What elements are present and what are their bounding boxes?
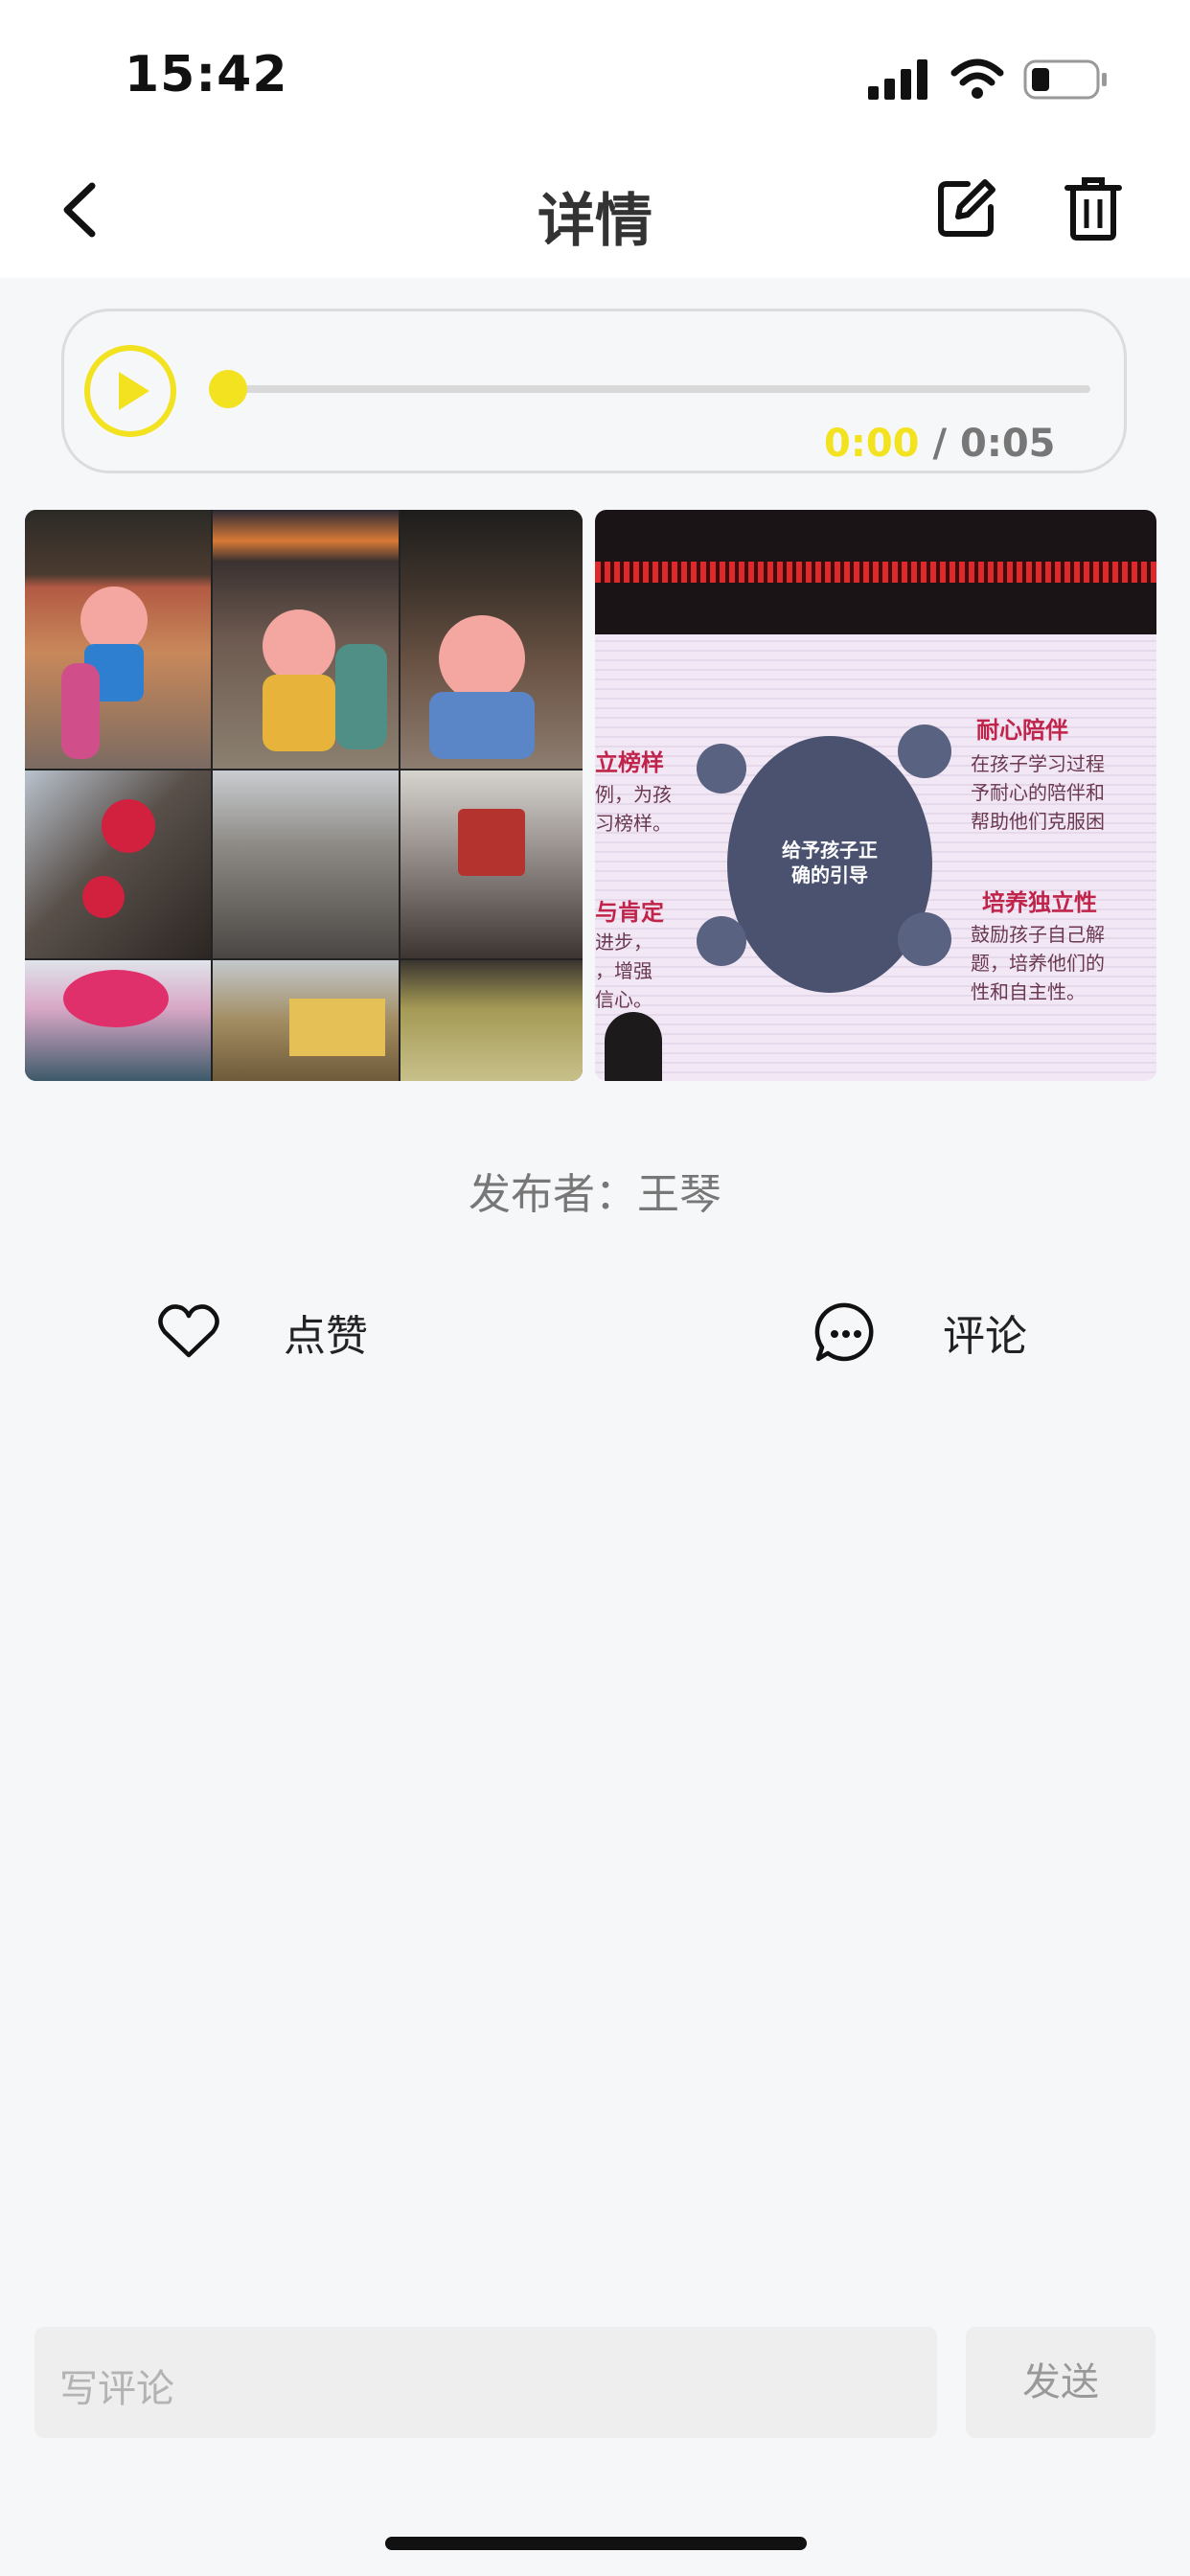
led-text xyxy=(595,562,1156,583)
audio-progress-handle[interactable] xyxy=(209,370,247,408)
comment-button[interactable] xyxy=(814,1301,878,1365)
slide-text: 在孩子学习过程 予耐心的陪伴和 帮助他们克服困 xyxy=(971,749,1105,836)
person-figure xyxy=(335,644,387,749)
edit-button[interactable] xyxy=(935,178,996,240)
collage-tile xyxy=(25,510,211,769)
slide-text-line: 信心。 xyxy=(595,988,652,1011)
hierarchy-icon xyxy=(697,916,746,966)
like-label[interactable]: 点赞 xyxy=(284,1301,368,1363)
slide-text-line: 在孩子学习过程 xyxy=(971,752,1105,775)
building-decoration xyxy=(458,809,525,876)
slide-text-line: ，增强 xyxy=(595,959,652,982)
slide-center-text: 给予孩子正 确的引导 xyxy=(727,838,932,887)
slide-heading: 耐心陪伴 xyxy=(976,717,1068,744)
lantern-stall xyxy=(289,999,385,1056)
audio-current-time: 0:00 xyxy=(824,422,920,466)
slide-text-line: 题，培养他们的 xyxy=(971,952,1105,975)
collage-tile xyxy=(25,770,211,958)
mascot-body xyxy=(263,675,335,751)
audio-progress-track[interactable] xyxy=(228,385,1090,393)
slide-text-line: 习榜样。 xyxy=(595,812,672,835)
battery-icon xyxy=(1023,59,1107,100)
collage-tile xyxy=(213,960,399,1081)
slide-heading: 立榜样 xyxy=(595,749,664,776)
clipboard-icon xyxy=(898,724,951,778)
camera-icon xyxy=(898,912,951,966)
flower-decoration xyxy=(102,799,155,853)
comment-input[interactable] xyxy=(34,2327,937,2438)
flower-decoration xyxy=(82,876,125,918)
like-button[interactable] xyxy=(157,1303,220,1359)
collage-tile xyxy=(213,510,399,769)
audio-total-time: 0:05 xyxy=(959,422,1056,466)
slide-text-line: 鼓励孩子自己解 xyxy=(971,923,1105,946)
led-banner xyxy=(595,510,1156,634)
mascot-figure xyxy=(263,610,335,682)
publisher-text: 发布者：王琴 xyxy=(469,1170,721,1219)
send-button[interactable]: 发送 xyxy=(966,2327,1156,2438)
slide-text: 鼓励孩子自己解 题，培养他们的 性和自主性。 xyxy=(971,920,1105,1006)
mascot-body xyxy=(429,692,535,759)
wifi-icon xyxy=(950,58,1004,99)
mascot-figure xyxy=(439,615,525,702)
delete-button[interactable] xyxy=(1064,176,1123,242)
comment-label[interactable]: 评论 xyxy=(943,1301,1027,1363)
home-indicator xyxy=(385,2537,807,2550)
slide-heading: 与肯定 xyxy=(595,899,664,926)
collage-tile xyxy=(400,510,583,769)
cellular-signal-icon xyxy=(868,59,927,100)
post-image-slide[interactable]: 给予孩子正 确的引导 立榜样 例，为孩 习榜样。 与肯定 进步， ，增强 信心。… xyxy=(595,510,1156,1081)
printer-icon xyxy=(697,744,746,794)
slide-text-line: 予耐心的陪伴和 xyxy=(971,781,1105,804)
audio-time: 0:00 / 0:05 xyxy=(824,422,1055,466)
slide-text-line: 性和自主性。 xyxy=(971,980,1086,1003)
audio-time-separator: / xyxy=(932,422,948,466)
slide-center-line: 给予孩子正 xyxy=(782,839,878,862)
child-figure xyxy=(61,663,100,759)
collage-tile xyxy=(25,960,211,1081)
post-image-collage[interactable] xyxy=(25,510,583,1081)
slide-text-line: 帮助他们克服困 xyxy=(971,810,1105,833)
collage-tile xyxy=(400,770,583,958)
slide-center-line: 确的引导 xyxy=(791,863,868,886)
collage-tile xyxy=(213,770,399,958)
slide-heading: 培养独立性 xyxy=(982,889,1097,916)
page-title: 详情 xyxy=(538,188,652,255)
play-button[interactable] xyxy=(82,343,178,439)
slide-text-line: 进步， xyxy=(595,931,652,954)
collage-tile xyxy=(400,960,583,1081)
slide-text: 例，为孩 习榜样。 xyxy=(595,780,672,838)
slide-text: 进步， ，增强 信心。 xyxy=(595,928,652,1014)
fish-lantern xyxy=(63,970,169,1027)
slide-text-line: 例，为孩 xyxy=(595,783,672,806)
presenter-silhouette xyxy=(605,1012,662,1081)
status-time: 15:42 xyxy=(125,46,288,104)
